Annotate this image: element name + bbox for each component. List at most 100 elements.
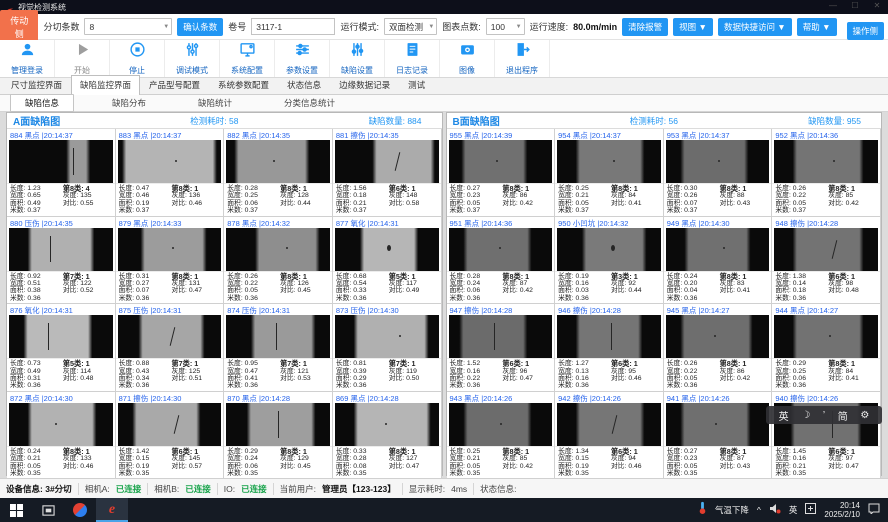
defect-cell[interactable]: 952 黑点 |20:14:36 长度: 0.26 宽度: 0.22 面积: 0…: [772, 129, 881, 217]
defect-cell[interactable]: 880 压伤 |20:14:35 长度: 0.92 宽度: 0.51 面积: 0…: [7, 217, 116, 305]
ime-indicator-icon[interactable]: [805, 501, 816, 519]
defect-image[interactable]: [557, 228, 661, 271]
defect-image[interactable]: [226, 403, 330, 446]
tray-expand-caret[interactable]: ^: [757, 505, 761, 515]
run-mode-select[interactable]: 双面检测▼: [384, 18, 437, 35]
action-button-user[interactable]: 管理登录: [0, 40, 55, 77]
main-tab-1[interactable]: 缺陷监控界面: [71, 75, 140, 95]
slit-count-select[interactable]: 8▼: [84, 18, 172, 35]
defect-image[interactable]: [666, 140, 770, 183]
defect-cell[interactable]: 941 黑点 |20:14:26 长度: 0.27 宽度: 0.23 面积: 0…: [664, 392, 773, 480]
weather-text[interactable]: 气温下降: [715, 504, 749, 516]
defect-image[interactable]: [335, 140, 439, 183]
ime-simplified-toggle[interactable]: 简: [838, 408, 848, 423]
defect-image[interactable]: [449, 228, 553, 271]
action-button-tune[interactable]: 调试模式: [165, 40, 220, 77]
defect-image[interactable]: [449, 403, 553, 446]
defect-cell[interactable]: 881 擦伤 |20:14:35 长度: 1.56 宽度: 0.18 面积: 0…: [333, 129, 442, 217]
help-menu-button[interactable]: 帮助 ▼: [797, 18, 837, 36]
taskbar-app-browser[interactable]: [64, 498, 96, 522]
action-button-play[interactable]: 开始: [55, 40, 110, 77]
drive-side-button[interactable]: 传动侧: [0, 10, 38, 44]
action-button-log[interactable]: 日志记录: [385, 40, 440, 77]
defect-cell[interactable]: 882 黑点 |20:14:35 长度: 0.28 宽度: 0.25 面积: 0…: [224, 129, 333, 217]
defect-image[interactable]: [557, 315, 661, 358]
gear-icon[interactable]: ⚙: [860, 410, 869, 421]
defect-cell[interactable]: 878 黑点 |20:14:32 长度: 0.26 宽度: 0.22 面积: 0…: [224, 217, 333, 305]
start-button[interactable]: [0, 498, 32, 522]
maximize-icon[interactable]: ☐: [848, 1, 862, 10]
defect-image[interactable]: [774, 315, 878, 358]
action-button-monitor[interactable]: 系统配置: [220, 40, 275, 77]
confirm-count-button[interactable]: 确认条数: [177, 18, 223, 36]
close-icon[interactable]: ✕: [870, 1, 884, 10]
task-view-button[interactable]: [32, 498, 64, 522]
defect-image[interactable]: [118, 315, 222, 358]
defect-image[interactable]: [335, 228, 439, 271]
defect-cell[interactable]: 944 黑点 |20:14:27 长度: 0.29 宽度: 0.25 面积: 0…: [772, 304, 881, 392]
defect-cell[interactable]: 942 擦伤 |20:14:26 长度: 1.34 宽度: 0.15 面积: 0…: [555, 392, 664, 480]
defect-image[interactable]: [666, 403, 770, 446]
action-button-sliders-v[interactable]: 缺陷设置: [330, 40, 385, 77]
main-tab-6[interactable]: 测试: [399, 75, 434, 94]
language-indicator[interactable]: 英: [789, 504, 798, 516]
moon-icon[interactable]: ☽: [801, 410, 810, 421]
defect-image[interactable]: [9, 403, 113, 446]
sub-tab-3[interactable]: 分类信息统计: [270, 95, 349, 111]
taskbar-app-inspection[interactable]: e: [96, 498, 128, 522]
defect-cell[interactable]: 951 黑点 |20:14:36 长度: 0.28 宽度: 0.24 面积: 0…: [447, 217, 556, 305]
defect-cell[interactable]: 947 擦伤 |20:14:28 长度: 1.52 宽度: 0.16 面积: 0…: [447, 304, 556, 392]
sub-tab-2[interactable]: 缺陷统计: [184, 95, 246, 111]
defect-image[interactable]: [557, 403, 661, 446]
defect-image[interactable]: [774, 228, 878, 271]
defect-cell[interactable]: 955 黑点 |20:14:39 长度: 0.27 宽度: 0.23 面积: 0…: [447, 129, 556, 217]
defect-image[interactable]: [9, 315, 113, 358]
ime-english-toggle[interactable]: 英: [779, 408, 789, 423]
defect-image[interactable]: [666, 228, 770, 271]
operator-side-button[interactable]: 操作侧: [847, 22, 885, 40]
data-quick-access-menu-button[interactable]: 数据快捷访问 ▼: [718, 18, 792, 36]
action-button-sliders-h[interactable]: 参数设置: [275, 40, 330, 77]
defect-image[interactable]: [449, 140, 553, 183]
defect-cell[interactable]: 870 黑点 |20:14:28 长度: 0.29 宽度: 0.24 面积: 0…: [224, 392, 333, 480]
defect-cell[interactable]: 869 黑点 |20:14:28 长度: 0.33 宽度: 0.28 面积: 0…: [333, 392, 442, 480]
action-button-stop[interactable]: 停止: [110, 40, 165, 77]
defect-cell[interactable]: 949 黑点 |20:14:30 长度: 0.24 宽度: 0.20 面积: 0…: [664, 217, 773, 305]
minimize-icon[interactable]: —: [826, 1, 840, 10]
defect-image[interactable]: [557, 140, 661, 183]
defect-image[interactable]: [118, 403, 222, 446]
defect-cell[interactable]: 874 压伤 |20:14:31 长度: 0.95 宽度: 0.47 面积: 0…: [224, 304, 333, 392]
main-tab-2[interactable]: 产品型号配置: [140, 75, 209, 94]
defect-cell[interactable]: 948 擦伤 |20:14:28 长度: 1.38 宽度: 0.14 面积: 0…: [772, 217, 881, 305]
defect-image[interactable]: [226, 228, 330, 271]
main-tab-3[interactable]: 系统参数配置: [209, 75, 278, 94]
notification-center-icon[interactable]: [868, 501, 880, 519]
sub-tab-1[interactable]: 缺陷分布: [98, 95, 160, 111]
action-button-exit[interactable]: 退出程序: [495, 40, 550, 77]
defect-image[interactable]: [226, 315, 330, 358]
defect-cell[interactable]: 877 氧化 |20:14:31 长度: 0.68 宽度: 0.54 面积: 0…: [333, 217, 442, 305]
main-tab-4[interactable]: 状态信息: [278, 75, 330, 94]
defect-cell[interactable]: 876 氧化 |20:14:31 长度: 0.73 宽度: 0.49 面积: 0…: [7, 304, 116, 392]
defect-image[interactable]: [9, 228, 113, 271]
defect-cell[interactable]: 945 黑点 |20:14:27 长度: 0.26 宽度: 0.22 面积: 0…: [664, 304, 773, 392]
defect-cell[interactable]: 953 黑点 |20:14:37 长度: 0.30 宽度: 0.26 面积: 0…: [664, 129, 773, 217]
defect-image[interactable]: [449, 315, 553, 358]
taskbar-clock[interactable]: 20:14 2025/2/10: [824, 501, 860, 519]
defect-image[interactable]: [666, 315, 770, 358]
defect-cell[interactable]: 879 黑点 |20:14:33 长度: 0.31 宽度: 0.27 面积: 0…: [116, 217, 225, 305]
sub-tab-0[interactable]: 缺陷信息: [10, 94, 74, 112]
defect-image[interactable]: [118, 228, 222, 271]
defect-image[interactable]: [774, 140, 878, 183]
defect-image[interactable]: [335, 403, 439, 446]
defect-cell[interactable]: 943 黑点 |20:14:26 长度: 0.25 宽度: 0.21 面积: 0…: [447, 392, 556, 480]
defect-cell[interactable]: 884 黑点 |20:14:37 长度: 1.23 宽度: 0.65 面积: 0…: [7, 129, 116, 217]
view-menu-button[interactable]: 视图 ▼: [673, 18, 713, 36]
speaker-icon[interactable]: [769, 501, 781, 519]
defect-cell[interactable]: 875 压伤 |20:14:31 长度: 0.88 宽度: 0.43 面积: 0…: [116, 304, 225, 392]
defect-cell[interactable]: 871 擦伤 |20:14:30 长度: 1.42 宽度: 0.15 面积: 0…: [116, 392, 225, 480]
roll-number-input[interactable]: 3117-1: [251, 18, 335, 35]
main-tab-5[interactable]: 边缘数据记录: [330, 75, 399, 94]
defect-image[interactable]: [9, 140, 113, 183]
defect-image[interactable]: [118, 140, 222, 183]
